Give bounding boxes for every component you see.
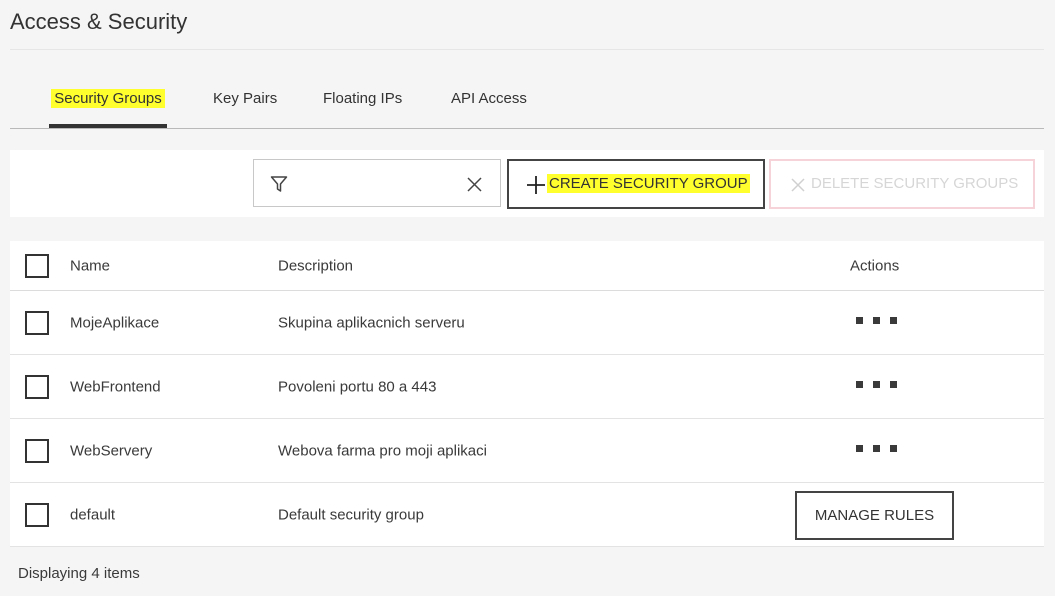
tab-key-pairs[interactable]: Key Pairs: [210, 80, 280, 128]
row-checkbox[interactable]: [25, 374, 49, 399]
table-toolbar: CREATE SECURITY GROUP DELETE SECURITY GR…: [10, 150, 1044, 217]
item-count: Displaying 4 items: [18, 565, 140, 582]
filter-input[interactable]: [298, 168, 452, 200]
delete-button-label: DELETE SECURITY GROUPS: [811, 175, 1019, 192]
table-row: WebServery Webova farma pro moji aplikac…: [10, 419, 1044, 483]
tab-label: Security Groups: [51, 89, 165, 108]
delete-security-groups-button[interactable]: DELETE SECURITY GROUPS: [769, 159, 1035, 209]
create-security-group-button[interactable]: CREATE SECURITY GROUP: [507, 159, 765, 209]
create-button-label: CREATE SECURITY GROUP: [547, 174, 750, 193]
close-icon: [791, 178, 805, 192]
plus-icon: [527, 176, 545, 194]
column-header-name[interactable]: Name: [70, 257, 110, 274]
tab-api-access[interactable]: API Access: [448, 80, 530, 128]
filter-box: [253, 159, 501, 207]
row-description: Skupina aplikacnich serveru: [278, 314, 465, 331]
table-row: MojeAplikace Skupina aplikacnich serveru: [10, 291, 1044, 355]
security-groups-table: Name Description Actions MojeAplikace Sk…: [10, 241, 1044, 547]
tab-security-groups[interactable]: Security Groups: [49, 80, 167, 128]
more-horizontal-icon[interactable]: [854, 443, 899, 454]
tab-bar: Security Groups Key Pairs Floating IPs A…: [10, 80, 1044, 129]
row-name: WebFrontend: [70, 378, 161, 395]
table-row: default Default security group MANAGE RU…: [10, 483, 1044, 547]
tab-floating-ips[interactable]: Floating IPs: [320, 80, 405, 128]
column-header-actions: Actions: [850, 257, 900, 274]
row-checkbox[interactable]: [25, 310, 49, 335]
row-name: default: [70, 506, 116, 523]
select-all-checkbox[interactable]: [25, 253, 49, 278]
filter-icon: [270, 176, 288, 192]
more-horizontal-icon[interactable]: [854, 379, 899, 390]
tab-label: Floating IPs: [323, 90, 403, 107]
row-description: Povoleni portu 80 a 443: [278, 378, 437, 395]
row-checkbox[interactable]: [25, 438, 49, 463]
table-header-row: Name Description Actions: [10, 241, 1044, 291]
title-divider: [10, 49, 1044, 50]
row-description: Default security group: [278, 506, 424, 523]
manage-rules-button[interactable]: MANAGE RULES: [795, 491, 954, 540]
row-name: MojeAplikace: [70, 314, 160, 331]
more-horizontal-icon[interactable]: [854, 315, 899, 326]
tab-label: Key Pairs: [213, 90, 278, 107]
close-icon[interactable]: [467, 177, 482, 192]
tab-label: API Access: [451, 90, 527, 107]
table-row: WebFrontend Povoleni portu 80 a 443: [10, 355, 1044, 419]
column-header-description[interactable]: Description: [278, 257, 353, 274]
page-title: Access & Security: [10, 9, 188, 34]
row-description: Webova farma pro moji aplikaci: [278, 442, 487, 459]
row-name: WebServery: [70, 442, 153, 459]
row-checkbox[interactable]: [25, 502, 49, 527]
